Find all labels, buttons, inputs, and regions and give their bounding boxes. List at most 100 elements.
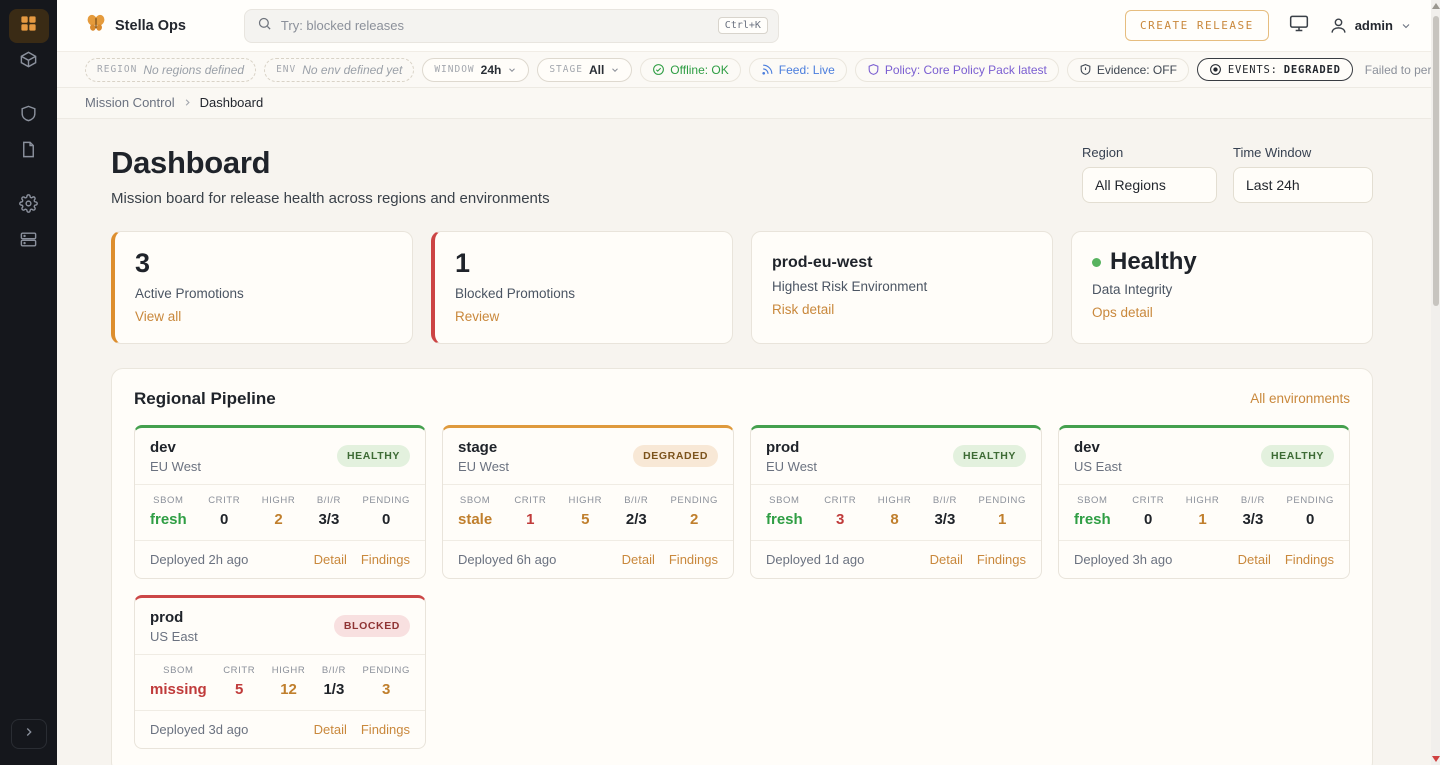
evidence-status-text: Evidence: OFF [1097,63,1177,77]
col-critr: CRITR [514,495,546,506]
time-window-filter: Time Window Last 24h [1233,145,1373,203]
sidebar-item-policies[interactable] [9,99,49,133]
sidebar-item-reports[interactable] [9,135,49,169]
time-window-filter-label: Time Window [1233,145,1373,160]
col-pending: PENDING [670,495,717,506]
brand[interactable]: Stella Ops [85,12,186,39]
sidebar-item-systems[interactable] [9,225,49,259]
review-link[interactable]: Review [455,309,499,324]
deployed-ago: Deployed 6h ago [458,552,556,567]
sidebar-expand-button[interactable] [11,719,47,749]
findings-link[interactable]: Findings [361,722,410,737]
col-highr: HIGHR [1186,495,1220,506]
breadcrumb-mission-control[interactable]: Mission Control [85,95,175,110]
pipeline-card-stats: SBOMstale CRITR1 HIGHR5 B/I/R2/3 PENDING… [443,484,733,541]
topbar: Stella Ops Ctrl+K CREATE RELEASE ad [57,0,1440,52]
pipeline-card-header: stage EU West DEGRADED [443,428,733,484]
critr-value: 0 [208,511,240,528]
pipeline-card-dev-eu-west: dev EU West HEALTHY SBOMfresh CRITR0 HIG… [134,425,426,579]
deployed-ago: Deployed 2h ago [150,552,248,567]
pipeline-card-prod-eu-west: prod EU West HEALTHY SBOMfresh CRITR3 HI… [750,425,1042,579]
policy-status-text: Policy: Core Policy Pack latest [885,63,1047,77]
scroll-up-arrow-icon[interactable] [1432,3,1440,9]
critr-value: 5 [223,681,255,698]
sbom-value: missing [150,681,207,698]
col-pending: PENDING [1286,495,1333,506]
region-filter-pill[interactable]: REGION No regions defined [85,58,256,82]
view-all-link[interactable]: View all [135,309,181,324]
policy-status-chip[interactable]: Policy: Core Policy Pack latest [855,58,1059,82]
pipeline-card-dev-us-east: dev US East HEALTHY SBOMfresh CRITR0 HIG… [1058,425,1350,579]
document-icon [19,140,38,164]
context-bar: REGION No regions defined ENV No env def… [57,52,1440,88]
critr-value: 1 [514,511,546,528]
sidebar-item-releases[interactable] [9,45,49,79]
pipeline-title: Regional Pipeline [134,389,276,409]
sidebar-item-dashboard[interactable] [9,9,49,43]
bir-value: 3/3 [1241,511,1265,528]
env-name: stage [458,439,509,456]
bir-value: 3/3 [933,511,957,528]
global-search[interactable]: Ctrl+K [244,9,779,43]
sidebar-item-settings[interactable] [9,189,49,223]
region-filter-select[interactable]: All Regions [1082,167,1217,203]
window-filter-pill[interactable]: WINDOW 24h [422,58,529,82]
context-warning-text: Failed to persist global context prefere… [1365,63,1440,77]
env-region: US East [150,629,198,644]
bir-value: 1/3 [322,681,346,698]
active-promotions-label: Active Promotions [135,286,392,301]
highest-risk-env-value: prod-eu-west [772,249,1032,272]
search-input[interactable] [281,18,709,33]
env-filter-pill[interactable]: ENV No env defined yet [264,58,414,82]
stage-filter-pill[interactable]: STAGE All [537,58,632,82]
pipeline-grid: dev EU West HEALTHY SBOMfresh CRITR0 HIG… [134,425,1350,749]
pipeline-card-header: dev US East HEALTHY [1059,428,1349,484]
blocked-promotions-value: 1 [455,249,712,279]
detail-link[interactable]: Detail [1238,552,1271,567]
col-sbom: SBOM [150,665,207,676]
user-icon [1329,16,1348,35]
window-pill-value: 24h [481,63,502,77]
highr-value: 12 [272,681,306,698]
display-mode-button[interactable] [1289,13,1309,38]
status-badge: HEALTHY [1261,445,1334,467]
ops-detail-link[interactable]: Ops detail [1092,305,1153,320]
env-region: EU West [766,459,817,474]
all-environments-link[interactable]: All environments [1250,391,1350,406]
username-label: admin [1355,18,1393,33]
header-actions: CREATE RELEASE admin [1125,10,1412,41]
env-region: EU West [150,459,201,474]
chevron-right-icon [182,97,193,108]
findings-link[interactable]: Findings [1285,552,1334,567]
critr-value: 0 [1132,511,1164,528]
create-release-button[interactable]: CREATE RELEASE [1125,10,1269,41]
events-status-pill[interactable]: EVENTS: DEGRADED [1197,58,1353,81]
scrollbar-thumb[interactable] [1433,16,1439,306]
time-window-filter-select[interactable]: Last 24h [1233,167,1373,203]
scrollbar[interactable] [1431,0,1440,765]
detail-link[interactable]: Detail [314,722,347,737]
env-name: prod [766,439,817,456]
evidence-status-chip[interactable]: Evidence: OFF [1067,58,1189,82]
rss-icon [761,63,774,76]
user-menu[interactable]: admin [1329,16,1412,35]
col-bir: B/I/R [1241,495,1265,506]
pipeline-card-header: dev EU West HEALTHY [135,428,425,484]
highr-value: 2 [262,511,296,528]
page-header: Dashboard Mission board for release heal… [111,145,1373,207]
col-highr: HIGHR [878,495,912,506]
findings-link[interactable]: Findings [361,552,410,567]
findings-link[interactable]: Findings [977,552,1026,567]
offline-status-chip[interactable]: Offline: OK [640,58,740,82]
risk-detail-link[interactable]: Risk detail [772,302,834,317]
offline-status-text: Offline: OK [670,63,728,77]
events-value: DEGRADED [1284,64,1341,76]
findings-link[interactable]: Findings [669,552,718,567]
detail-link[interactable]: Detail [930,552,963,567]
pipeline-card-footer: Deployed 2h ago Detail Findings [135,541,425,578]
detail-link[interactable]: Detail [314,552,347,567]
feed-status-chip[interactable]: Feed: Live [749,58,847,82]
scroll-down-arrow-icon[interactable] [1432,756,1440,762]
active-promotions-value: 3 [135,249,392,279]
detail-link[interactable]: Detail [622,552,655,567]
